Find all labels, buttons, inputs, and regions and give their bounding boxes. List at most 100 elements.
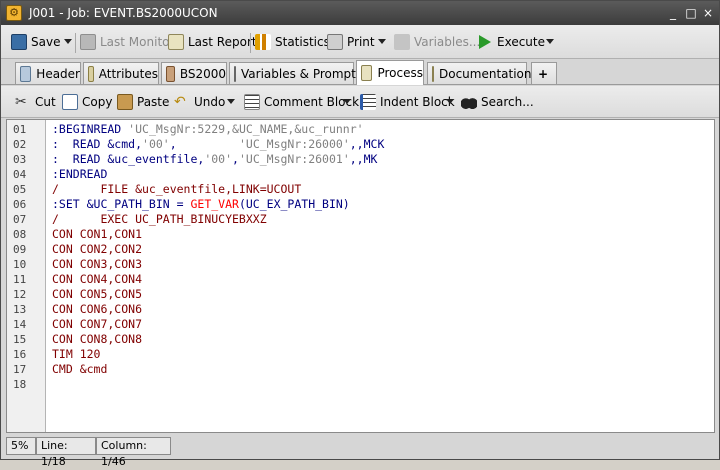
code-token: '00' — [142, 137, 170, 151]
code-token: :SET &UC_PATH_BIN = — [52, 197, 191, 211]
undo-arrow-icon: ↶ — [174, 94, 186, 110]
line-number: 07 — [13, 213, 27, 226]
line-number: 16 — [13, 348, 27, 361]
tab-documentation[interactable]: Documentation — [427, 62, 532, 84]
undo-dropdown-caret[interactable] — [227, 99, 235, 104]
bs2000-icon — [166, 65, 175, 82]
code-token: GET_VAR — [190, 197, 239, 211]
job-editor-window: ⚙ J001 - Job: EVENT.BS2000UCON _ □ × Sav… — [0, 0, 720, 468]
indent-block-label: Indent Block — [380, 95, 455, 109]
maximize-button[interactable]: □ — [684, 6, 698, 20]
code-line[interactable]: :SET &UC_PATH_BIN = GET_VAR(UC_EX_PATH_B… — [52, 197, 350, 212]
line-number: 14 — [13, 318, 27, 331]
line-number: 12 — [13, 288, 27, 301]
scissors-icon: ✂ — [15, 94, 27, 110]
code-token: TIM 120 — [52, 347, 101, 361]
code-line[interactable]: TIM 120 — [52, 347, 100, 362]
copy-button[interactable]: Copy — [62, 93, 112, 111]
code-line[interactable]: / FILE &uc_eventfile,LINK=UCOUT — [52, 182, 301, 197]
save-button[interactable]: Save — [11, 33, 60, 51]
line-indicator: Line: 1/18 — [36, 437, 96, 468]
code-line[interactable]: :ENDREAD — [52, 167, 107, 182]
variables-button[interactable]: Variables... — [394, 33, 480, 51]
tab-process[interactable]: Process — [356, 60, 424, 85]
code-line[interactable]: CON CON2,CON2 — [52, 242, 142, 257]
undo-button[interactable]: ↶ Undo — [174, 93, 225, 111]
variables-label: Variables... — [414, 35, 481, 49]
header-icon — [20, 65, 32, 82]
print-dropdown-caret[interactable] — [378, 39, 386, 44]
code-line[interactable]: / EXEC UC_PATH_BINUCYEBXXZ — [52, 212, 267, 227]
code-token: 'UC_MsgNr:26000' — [238, 137, 350, 151]
code-line[interactable]: :BEGINREAD 'UC_MsgNr:5229,&UC_NAME,&uc_r… — [52, 122, 364, 137]
comment-block-dropdown-caret[interactable] — [343, 99, 351, 104]
tab-label: BS2000 — [179, 66, 226, 81]
minimize-button[interactable]: _ — [666, 6, 680, 20]
save-label: Save — [31, 35, 61, 49]
code-token: CON CON4,CON4 — [52, 272, 143, 286]
add-tab-label: + — [538, 66, 549, 81]
code-line[interactable]: CON CON5,CON5 — [52, 287, 142, 302]
code-token: :BEGINREAD — [52, 122, 129, 136]
code-line[interactable]: CON CON1,CON1 — [52, 227, 142, 242]
line-number: 17 — [13, 363, 27, 376]
code-token: CON CON5,CON5 — [52, 287, 143, 301]
variables-prompts-icon — [234, 65, 236, 82]
tab-attributes[interactable]: Attributes — [83, 62, 159, 84]
code-token: / FILE &uc_eventfile,LINK=UCOUT — [52, 182, 302, 196]
execute-button[interactable]: Execute — [479, 33, 545, 51]
indent-block-dropdown-caret[interactable] — [446, 99, 454, 104]
job-icon: ⚙ — [6, 5, 22, 21]
search-button[interactable]: Search... — [461, 93, 534, 111]
clipboard-icon — [117, 94, 133, 110]
tab-header[interactable]: Header — [15, 62, 81, 84]
last-monitor-button[interactable]: Last Monitor — [80, 33, 174, 51]
code-token: ,,MCK — [349, 137, 385, 151]
script-editor[interactable]: 01 02 03 04 05 06 07 08 09 10 11 12 13 14 15 16 17 18 :BE… — [6, 119, 715, 433]
code-token: : READ &cmd, — [52, 137, 143, 151]
code-line[interactable]: CON CON3,CON3 — [52, 257, 142, 272]
execute-dropdown-caret[interactable] — [546, 39, 554, 44]
tab-variables-prompts[interactable]: Variables & Prompts — [229, 62, 362, 84]
line-number: 04 — [13, 168, 27, 181]
print-button[interactable]: Print — [327, 33, 375, 51]
code-line[interactable]: : READ &cmd,'00', 'UC_MsgNr:26000',,MCK — [52, 137, 384, 152]
tab-bs2000[interactable]: BS2000 — [161, 62, 227, 84]
close-button[interactable]: × — [701, 6, 715, 20]
toolbar-separator — [75, 33, 76, 53]
line-number: 06 — [13, 198, 27, 211]
comment-block-button[interactable]: Comment Block — [244, 93, 359, 111]
search-label: Search... — [481, 95, 534, 109]
code-line[interactable]: CON CON8,CON8 — [52, 332, 142, 347]
statistics-button[interactable]: Statistics — [255, 33, 330, 51]
code-line[interactable]: CON CON4,CON4 — [52, 272, 142, 287]
printer-icon — [327, 34, 343, 50]
code-line[interactable]: CON CON7,CON7 — [52, 317, 142, 332]
last-report-label: Last Report — [188, 35, 257, 49]
line-number-gutter: 01 02 03 04 05 06 07 08 09 10 11 12 13 14 15 16 17 18 — [7, 120, 46, 432]
paste-button[interactable]: Paste — [117, 93, 169, 111]
report-icon — [168, 34, 184, 50]
add-tab-button[interactable]: + — [531, 62, 557, 84]
cut-button[interactable]: ✂ Cut — [15, 93, 56, 111]
column-indicator: Column: 1/46 — [96, 437, 171, 468]
paste-label: Paste — [137, 95, 170, 109]
tab-label: Attributes — [98, 66, 158, 81]
comment-block-icon — [244, 94, 260, 110]
save-dropdown-caret[interactable] — [64, 39, 72, 44]
indent-block-button[interactable]: Indent Block — [360, 93, 455, 111]
code-token: : READ &uc_eventfile, — [52, 152, 205, 166]
line-number: 13 — [13, 303, 27, 316]
code-line[interactable]: CMD &cmd — [52, 362, 107, 377]
code-token: '00' — [204, 152, 233, 166]
code-token: 'UC_MsgNr:26001' — [238, 152, 350, 166]
code-line[interactable]: : READ &uc_eventfile,'00','UC_MsgNr:2600… — [52, 152, 377, 167]
edit-toolbar: ✂ Cut Copy Paste ↶ Undo Comment Block In… — [1, 86, 719, 118]
code-token: CMD &cmd — [52, 362, 108, 376]
code-token: , — [169, 137, 239, 151]
code-line[interactable]: CON CON6,CON6 — [52, 302, 142, 317]
code-token: 'UC_MsgNr:5229,&UC_NAME,&uc_runnr' — [128, 122, 364, 136]
code-token: CON CON8,CON8 — [52, 332, 143, 346]
process-icon — [361, 65, 373, 81]
last-report-button[interactable]: Last Report — [168, 33, 257, 51]
